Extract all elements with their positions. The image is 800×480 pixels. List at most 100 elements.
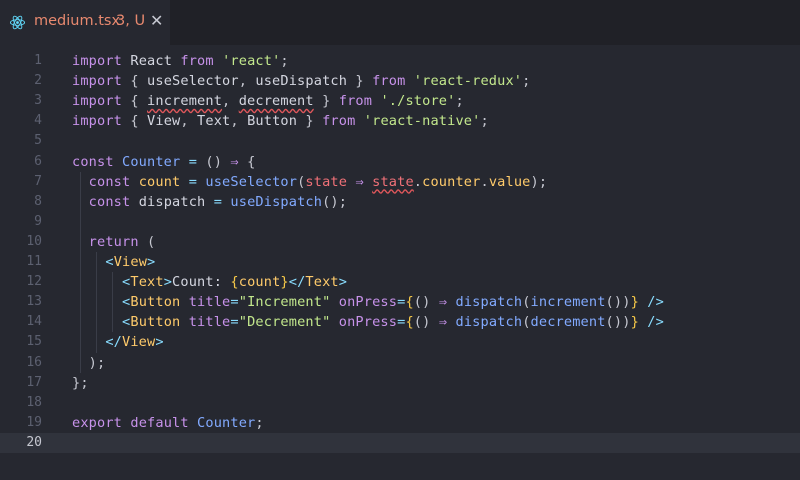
code-token: from [338,93,373,110]
code-token: } [280,274,289,291]
code-line[interactable]: 20 [0,432,800,453]
code-token: from [322,113,356,130]
code-token: } [297,113,323,130]
code-line[interactable]: 3 import { increment, decrement } from '.… [0,91,800,111]
code-line[interactable]: 1 import React from 'react'; [0,51,800,71]
line-number: 18 [26,394,42,410]
code-token: increment [530,294,606,311]
code-token: import [72,113,123,130]
line-number: 20 [26,434,42,450]
code-text: <Button title="Decrement" onPress={() ⇒ … [72,312,664,332]
code-line[interactable]: 17}; [0,373,800,393]
code-token: 'react' [222,53,281,69]
code-token: ( [522,294,531,311]
code-token: dispatch [138,193,206,210]
code-line[interactable]: 10 return ( [0,232,800,252]
line-number: 3 [34,93,42,109]
code-token: ); [530,173,548,190]
code-token: useSelector [205,173,298,190]
code-line[interactable]: 13 <Button title="Increment" onPress={()… [0,292,800,312]
code-line[interactable]: 18 [0,393,800,413]
code-line[interactable]: 4 import { View, Text, Button } from 'rea… [0,111,800,131]
code-token: </ [105,334,123,351]
code-token: > [147,254,156,270]
code-token: ); [72,354,106,371]
code-token: dispatch [455,294,523,311]
code-token: onPress [338,314,398,331]
code-token: Text [197,113,231,130]
code-token: from [372,73,406,90]
code-token: title [188,294,231,311]
code-line[interactable]: 2 import { useSelector, useDispatch } fro… [0,71,800,91]
line-number: 15 [26,334,42,350]
indent-guide [96,252,97,353]
code-token: ⇒ [230,153,239,170]
code-token: Button [130,294,181,311]
tab-medium-tsx[interactable]: medium.tsx 3, U ✕ [0,0,170,45]
code-token: () [413,294,439,311]
code-token: ⇒ [438,294,448,311]
code-token: ( [138,233,156,250]
code-token: import [72,73,123,90]
code-line[interactable]: 6 const Counter = () ⇒ { [0,152,800,172]
code-token: 'react-redux' [413,73,523,90]
code-line[interactable]: 14 <Button title="Decrement" onPress={()… [0,312,800,332]
code-text: const count = useSelector(state ⇒ state.… [72,172,547,192]
code-token: ( [522,314,531,331]
code-token: const [88,173,131,190]
code-token: = [188,173,198,190]
code-token: View [113,254,148,270]
close-icon[interactable]: ✕ [150,11,163,30]
code-token: state [305,173,348,190]
code-token: </ [288,274,306,291]
code-token: default [130,414,189,431]
code-token: { [405,294,414,311]
code-token: value [488,173,531,190]
code-line[interactable]: 9 [0,212,800,232]
code-text: <Text>Count: {count}</Text> [72,272,347,292]
line-number: 9 [34,213,42,229]
code-line[interactable]: 11 <View> [0,252,800,272]
code-line[interactable]: 19 export default Counter; [0,413,800,433]
code-line[interactable]: 8 const dispatch = useDispatch(); [0,192,800,212]
code-line[interactable]: 7 const count = useSelector(state ⇒ stat… [0,172,800,192]
code-text: <Button title="Increment" onPress={() ⇒ … [72,292,664,312]
line-number: 12 [26,274,42,290]
code-editor[interactable]: 1 import React from 'react'; 2 import { use… [0,45,800,480]
code-token: , [238,73,256,90]
code-token: Button [247,113,298,130]
code-token: from [180,53,214,69]
code-token: useDispatch [230,193,323,210]
line-number: 1 [34,53,42,68]
code-line[interactable]: 12 <Text>Count: {count}</Text> [0,272,800,292]
code-token: "Decrement" [238,314,331,331]
line-number: 11 [26,254,42,269]
code-text: }; [72,373,89,393]
code-token: decrement [238,93,314,110]
code-token: ()) [605,314,631,331]
code-token: , [180,113,198,130]
code-token: onPress [338,294,398,311]
code-token: Count: [172,274,231,291]
code-token: ; [480,113,489,130]
code-token: const [72,153,114,170]
code-token: return [88,233,139,250]
code-token: () [413,314,439,331]
code-line[interactable]: 16 ); [0,353,800,373]
code-token: ; [280,53,289,69]
code-line[interactable]: 15 </View> [0,332,800,352]
tab-status-badge: 3, U [116,13,146,29]
code-text: return ( [72,232,156,252]
code-line[interactable]: 5 [0,131,800,151]
code-token: > [338,274,348,291]
code-token: count [138,173,181,190]
